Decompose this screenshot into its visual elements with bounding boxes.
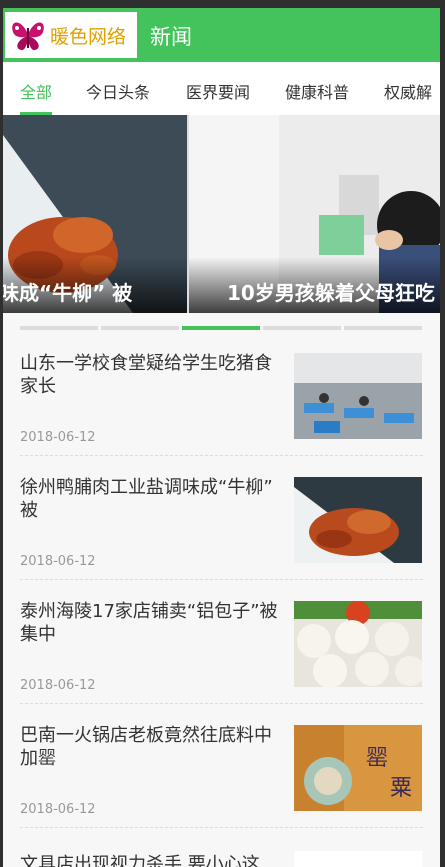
news-date: 2018-06-12 xyxy=(20,802,96,817)
carousel-dot[interactable] xyxy=(20,326,98,330)
svg-text:粟: 粟 xyxy=(390,776,412,801)
carousel-caption: 味成“牛柳” 被 xyxy=(3,281,133,305)
steamed-buns-thumbnail xyxy=(294,601,422,687)
tab-all[interactable]: 全部 xyxy=(20,79,52,103)
news-date: 2018-06-12 xyxy=(20,678,96,693)
cafeteria-thumbnail xyxy=(294,353,422,439)
tab-medical-news[interactable]: 医界要闻 xyxy=(186,79,250,103)
carousel-dot[interactable] xyxy=(344,326,422,330)
page-title: 新闻 xyxy=(150,25,192,49)
carousel-caption: 10岁男孩躲着父母狂吃 xyxy=(227,281,435,305)
news-list: 山东一学校食堂疑给学生吃猪食家长 2018-06-12 徐州鸭脯肉工业盐调味成“… xyxy=(20,332,423,828)
news-title: 山东一学校食堂疑给学生吃猪食家长 xyxy=(20,353,272,397)
tab-authority[interactable]: 权威解 xyxy=(384,79,432,103)
tab-health-science[interactable]: 健康科普 xyxy=(285,79,349,103)
news-title: 泰州海陵17家店铺卖“铝包子”被集中 xyxy=(20,601,278,645)
butterfly-logo-icon xyxy=(12,22,44,51)
headline-carousel[interactable]: 味成“牛柳” 被 10岁男孩躲着父母狂吃 xyxy=(3,115,440,313)
braised-meat-thumbnail xyxy=(294,477,422,563)
news-date: 2018-06-12 xyxy=(20,430,96,445)
news-item[interactable]: 巴南一火锅店老板竟然往底料中加罂 2018-06-12 罂 粟 xyxy=(20,704,423,828)
carousel-slide[interactable]: 10岁男孩躲着父母狂吃 xyxy=(189,115,440,313)
brand-logo[interactable]: 暖色网络 xyxy=(5,12,137,58)
poppy-seed-thumbnail: 罂 粟 xyxy=(294,725,422,811)
category-tabs: 全部 今日头条 医界要闻 健康科普 权威解 xyxy=(3,62,440,115)
svg-text:罂: 罂 xyxy=(366,746,388,771)
news-item[interactable]: 山东一学校食堂疑给学生吃猪食家长 2018-06-12 xyxy=(20,332,423,456)
brand-name: 暖色网络 xyxy=(50,25,127,48)
carousel-dot-active[interactable] xyxy=(182,326,260,330)
news-item[interactable]: 泰州海陵17家店铺卖“铝包子”被集中 2018-06-12 xyxy=(20,580,423,704)
carousel-dot[interactable] xyxy=(101,326,179,330)
carousel-indicators xyxy=(20,326,440,330)
news-title-partial[interactable]: 文具店出现视力杀手 要小心这 xyxy=(20,850,260,867)
news-title: 巴南一火锅店老板竟然往底料中加罂 xyxy=(20,725,272,769)
news-title: 徐州鸭脯肉工业盐调味成“牛柳” 被 xyxy=(20,477,273,521)
carousel-slide[interactable]: 味成“牛柳” 被 xyxy=(3,115,187,313)
news-date: 2018-06-12 xyxy=(20,554,96,569)
news-item[interactable]: 徐州鸭脯肉工业盐调味成“牛柳” 被 2018-06-12 xyxy=(20,456,423,580)
app-frame: 暖色网络 新闻 全部 今日头条 医界要闻 健康科普 权威解 味成“牛柳” 被 1… xyxy=(3,8,440,867)
top-bar: 暖色网络 新闻 xyxy=(3,8,440,62)
carousel-dot[interactable] xyxy=(263,326,341,330)
tab-headlines[interactable]: 今日头条 xyxy=(86,79,150,103)
news-thumbnail-partial xyxy=(294,851,422,867)
